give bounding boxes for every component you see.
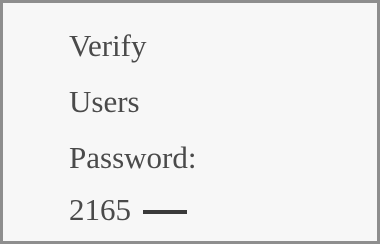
password-label: Password:: [69, 140, 197, 175]
users-label: Users: [69, 84, 140, 119]
lcd-display-screen: Verify Users Password: 2165: [0, 0, 380, 244]
password-entry-field[interactable]: 2165: [69, 192, 187, 228]
verify-label: Verify: [69, 28, 147, 63]
input-cursor: [143, 210, 187, 214]
password-value: 2165: [69, 192, 131, 227]
